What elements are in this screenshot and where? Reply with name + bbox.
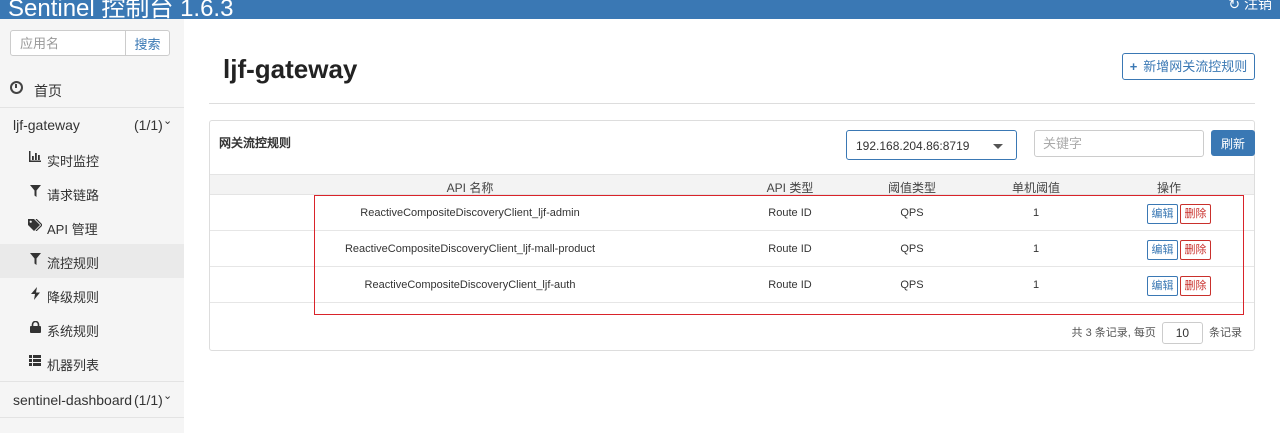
app-name: ljf-gateway: [13, 117, 80, 133]
logout-label[interactable]: 注销: [1244, 0, 1272, 12]
rules-panel: 网关流控规则 192.168.204.86:8719 刷新 API 名称 API…: [209, 120, 1255, 351]
page-title: ljf-gateway: [223, 54, 358, 84]
column-header: 阈值类型: [887, 181, 936, 195]
divider: [0, 381, 184, 382]
table-row: ReactiveCompositeDiscoveryClient_ljf-adm…: [210, 196, 1254, 231]
table-header: API 名称 API 类型 阈值类型 单机阈值 操作: [210, 174, 1254, 195]
sidebar-item-system[interactable]: 系统规则: [0, 312, 184, 346]
refresh-button[interactable]: 刷新: [1211, 130, 1255, 156]
filter-icon: [28, 253, 42, 267]
api-name-cell: ReactiveCompositeDiscoveryClient_ljf-adm…: [360, 207, 580, 219]
column-header: 单机阈值: [1011, 181, 1060, 195]
delete-button[interactable]: 删除: [1180, 204, 1211, 224]
pager-prefix: 共 3 条记录, 每页: [1071, 326, 1156, 339]
sidebar-item-machines[interactable]: 机器列表: [0, 346, 184, 380]
keyword-input[interactable]: [1034, 130, 1204, 157]
add-gateway-rule-button[interactable]: + 新增网关流控规则: [1122, 53, 1255, 80]
panel-title: 网关流控规则: [219, 136, 292, 150]
top-header: Sentinel 控制台 1.6.3 ↻ 注销: [0, 0, 1280, 19]
app-search-input[interactable]: [10, 30, 126, 56]
sidebar-item-label: 机器列表: [47, 358, 100, 373]
sidebar-item-api[interactable]: API 管理: [0, 210, 184, 244]
sidebar-item-label: 降级规则: [47, 290, 100, 305]
sidebar: 搜索 首页 ljf-gateway (1/1) ⌄ 实时监控 请求链路 API …: [0, 19, 184, 433]
chevron-down-icon: ⌄: [163, 390, 173, 402]
sidebar-item-label: 系统规则: [47, 324, 100, 339]
lock-icon: [28, 320, 42, 335]
delete-button[interactable]: 删除: [1180, 276, 1211, 296]
column-header: 操作: [1156, 181, 1181, 195]
app-count: (1/1): [134, 117, 163, 133]
app-search: 搜索: [10, 30, 170, 56]
brand-title: Sentinel 控制台 1.6.3: [8, 0, 234, 19]
api-name-cell: ReactiveCompositeDiscoveryClient_ljf-aut…: [364, 279, 576, 291]
delete-button[interactable]: 删除: [1180, 240, 1211, 260]
pager-suffix: 条记录: [1209, 326, 1242, 339]
machine-select[interactable]: 192.168.204.86:8719: [846, 130, 1017, 160]
tags-icon: [28, 218, 43, 233]
filter-icon: [28, 185, 42, 199]
column-header: API 名称: [446, 181, 494, 195]
app-name: sentinel-dashboard: [13, 392, 133, 408]
sidebar-item-label: 实时监控: [47, 154, 100, 169]
api-type-cell: Route ID: [768, 279, 812, 291]
nav-home-label: 首页: [34, 83, 62, 99]
app-item-sentinel-dashboard[interactable]: sentinel-dashboard (1/1) ⌄: [0, 383, 184, 417]
api-type-cell: Route ID: [768, 243, 812, 255]
sidebar-item-monitor[interactable]: 实时监控: [0, 142, 184, 176]
threshold-cell: 1: [1032, 207, 1040, 219]
caret-down-icon: [993, 144, 1003, 149]
bar-chart-icon: [28, 151, 42, 165]
nav-home[interactable]: 首页: [0, 74, 184, 107]
column-header: API 类型: [766, 181, 814, 195]
threshold-type-cell: QPS: [900, 243, 924, 255]
app-item-ljf-gateway[interactable]: ljf-gateway (1/1) ⌄: [0, 108, 184, 142]
chevron-down-icon: ⌄: [163, 115, 173, 127]
sidebar-item-trace[interactable]: 请求链路: [0, 176, 184, 210]
sidebar-item-label: 流控规则: [47, 256, 100, 271]
plus-icon: +: [1129, 59, 1138, 74]
threshold-cell: 1: [1032, 243, 1040, 255]
divider: [0, 417, 184, 418]
threshold-type-cell: QPS: [900, 279, 924, 291]
machine-select-value: 192.168.204.86:8719: [856, 139, 970, 153]
app-search-button[interactable]: 搜索: [125, 30, 170, 56]
flash-icon: [28, 287, 42, 301]
logout-link[interactable]: ↻ 注销: [1228, 0, 1272, 14]
table-row: ReactiveCompositeDiscoveryClient_ljf-aut…: [210, 268, 1254, 303]
page-size-input[interactable]: 10: [1161, 322, 1203, 344]
table-row: ReactiveCompositeDiscoveryClient_ljf-mal…: [210, 232, 1254, 267]
api-type-cell: Route ID: [768, 207, 812, 219]
divider: [209, 103, 1255, 104]
threshold-cell: 1: [1032, 279, 1040, 291]
edit-button[interactable]: 编辑: [1147, 240, 1178, 260]
api-name-cell: ReactiveCompositeDiscoveryClient_ljf-mal…: [344, 243, 596, 255]
sidebar-item-label: API 管理: [47, 222, 98, 237]
list-icon: [28, 355, 42, 369]
main-content: ljf-gateway + 新增网关流控规则 网关流控规则 192.168.204…: [184, 19, 1280, 433]
sidebar-item-degrade[interactable]: 降级规则: [0, 278, 184, 312]
app-count: (1/1): [134, 392, 163, 408]
edit-button[interactable]: 编辑: [1147, 204, 1178, 224]
pagination: 共 3 条记录, 每页 10 条记录: [1072, 322, 1242, 344]
add-button-label: 新增网关流控规则: [1143, 59, 1248, 74]
dashboard-icon: [10, 81, 23, 94]
sidebar-item-label: 请求链路: [47, 188, 100, 203]
sidebar-item-flow[interactable]: 流控规则: [0, 244, 184, 278]
threshold-type-cell: QPS: [900, 207, 924, 219]
edit-button[interactable]: 编辑: [1147, 276, 1178, 296]
